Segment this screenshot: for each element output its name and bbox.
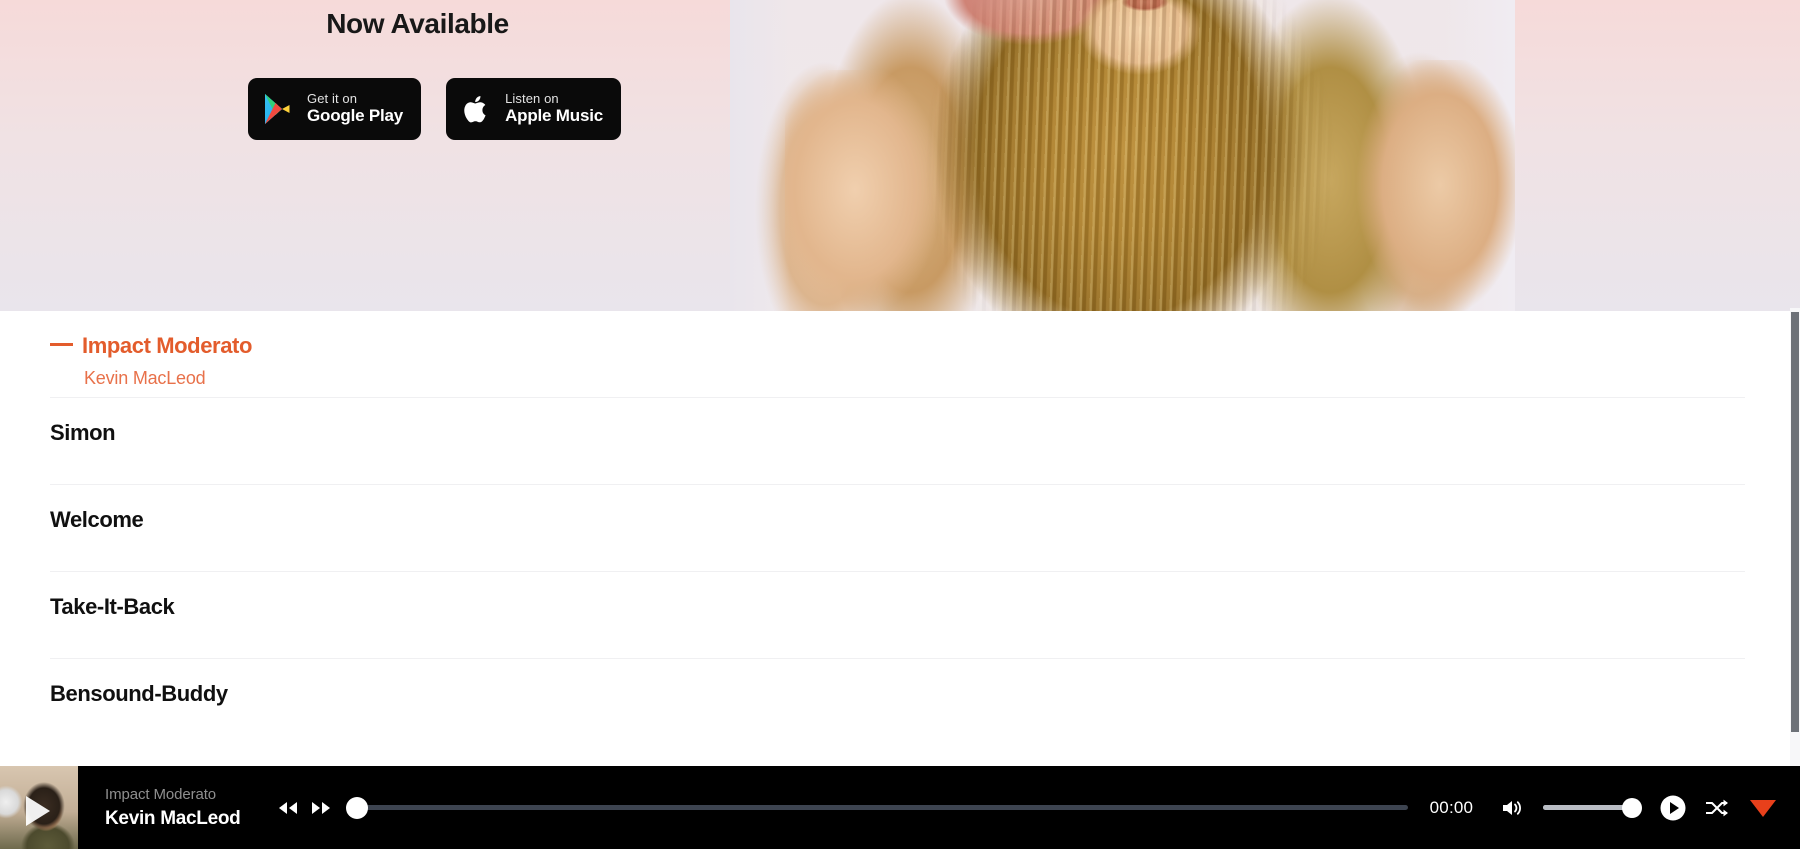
track-title: Take-It-Back xyxy=(50,594,175,619)
track-title: Impact Moderato xyxy=(50,333,252,359)
google-play-label: Google Play xyxy=(307,106,404,126)
scrollbar-thumb[interactable] xyxy=(1791,312,1799,732)
shuffle-icon[interactable] xyxy=(1704,798,1730,818)
track-row-take-it-back[interactable]: Take-It-Back xyxy=(0,572,1790,659)
apple-icon xyxy=(460,92,492,126)
track-row-impact-moderato[interactable]: Impact Moderato Kevin MacLeod xyxy=(0,311,1790,398)
track-artist: Kevin MacLeod xyxy=(84,368,206,388)
rewind-icon[interactable] xyxy=(277,800,299,816)
track-row-welcome[interactable]: Welcome xyxy=(0,485,1790,572)
hero-section: Now Available Get it on Google Play List… xyxy=(0,0,1800,311)
music-landing-page: Now Available Get it on Google Play List… xyxy=(0,0,1800,849)
transport-controls xyxy=(277,800,332,816)
store-buttons: Get it on Google Play Listen on Apple Mu… xyxy=(248,78,621,140)
progress-track[interactable] xyxy=(357,805,1408,810)
collapse-triangle-icon[interactable] xyxy=(1748,797,1778,819)
page-scrollbar[interactable] xyxy=(1790,308,1800,766)
progress-slider[interactable] xyxy=(346,796,1408,819)
volume-fill xyxy=(1542,805,1631,810)
progress-thumb[interactable] xyxy=(346,796,368,819)
album-artwork[interactable] xyxy=(0,766,78,849)
volume-icon[interactable] xyxy=(1501,798,1525,818)
google-play-icon xyxy=(262,92,294,126)
audio-player-bar: Impact Moderato Kevin MacLeod 00:00 xyxy=(0,766,1800,849)
apple-music-label: Apple Music xyxy=(505,106,603,126)
track-row-simon[interactable]: Simon xyxy=(0,398,1790,485)
google-play-button[interactable]: Get it on Google Play xyxy=(248,78,422,140)
track-title: Bensound-Buddy xyxy=(50,681,228,706)
page-title: Now Available xyxy=(326,8,509,39)
current-time: 00:00 xyxy=(1429,797,1474,817)
fast-forward-icon[interactable] xyxy=(310,800,332,816)
apple-music-small-label: Listen on xyxy=(505,90,559,106)
hero-photo xyxy=(730,0,1515,311)
now-playing-artist: Kevin MacLeod xyxy=(105,807,241,829)
google-play-small-label: Get it on xyxy=(307,90,358,106)
track-title: Simon xyxy=(50,420,116,445)
volume-slider[interactable] xyxy=(1542,797,1642,818)
now-playing-meta: Impact Moderato Kevin MacLeod xyxy=(105,784,255,831)
now-playing-title: Impact Moderato xyxy=(105,785,217,803)
now-playing-dash-icon xyxy=(50,342,73,346)
volume-thumb[interactable] xyxy=(1621,797,1642,818)
track-title: Welcome xyxy=(50,507,144,532)
photo-hair xyxy=(850,0,1410,311)
apple-music-button[interactable]: Listen on Apple Music xyxy=(446,78,621,140)
track-row-bensound-buddy[interactable]: Bensound-Buddy xyxy=(0,659,1790,746)
play-circle-icon[interactable] xyxy=(1659,794,1687,822)
track-list: Impact Moderato Kevin MacLeod Simon Welc… xyxy=(0,311,1790,766)
play-overlay-icon[interactable] xyxy=(26,796,50,826)
